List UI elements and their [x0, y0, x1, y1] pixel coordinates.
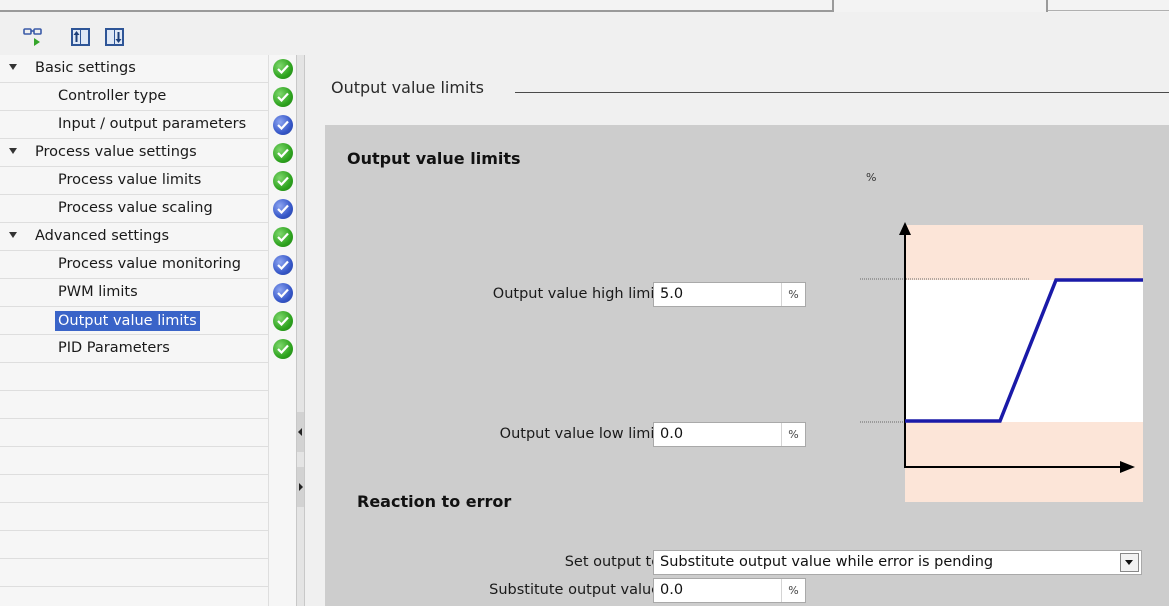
nav-item-basic-settings[interactable]: Basic settings	[0, 55, 268, 83]
monitor-all-icon[interactable]	[22, 26, 44, 48]
nav-empty-row	[0, 475, 268, 503]
status-ok-icon	[273, 227, 293, 247]
chart-plot-area	[905, 280, 1143, 422]
set-output-value: Substitute output value while error is p…	[660, 554, 994, 570]
nav-empty-row	[0, 419, 268, 447]
nav-item-label: Controller type	[58, 88, 167, 104]
chart-limit-zone-lower	[905, 422, 1143, 502]
status-ok-icon	[273, 339, 293, 359]
status-column	[268, 55, 296, 606]
nav-empty-row	[0, 587, 268, 606]
nav-item-process-value-limits[interactable]: Process value limits	[0, 167, 268, 195]
expand-arrow-icon[interactable]	[9, 232, 17, 238]
substitute-unit: %	[781, 579, 805, 602]
nav-empty-row	[0, 391, 268, 419]
set-output-select[interactable]: Substitute output value while error is p…	[653, 550, 1142, 575]
section-header: Output value limits	[331, 78, 484, 97]
high-limit-unit: %	[781, 283, 805, 306]
nav-empty-row	[0, 363, 268, 391]
low-limit-value: 0.0	[660, 426, 684, 442]
output-limits-panel: Output value limits Output value high li…	[325, 125, 1169, 606]
nav-item-pid-parameters[interactable]: PID Parameters	[0, 335, 268, 363]
nav-item-input-output-parameters[interactable]: Input / output parameters	[0, 111, 268, 139]
nav-empty-row	[0, 447, 268, 475]
section-divider	[515, 92, 1169, 93]
status-ok-icon	[273, 311, 293, 331]
status-pending-icon	[273, 255, 293, 275]
chart-y-unit: %	[866, 171, 877, 184]
substitute-label: Substitute output value:	[489, 582, 665, 598]
expand-all-icon[interactable]	[104, 26, 126, 48]
status-ok-icon	[273, 171, 293, 191]
status-ok-icon	[273, 59, 293, 79]
editor-main: Output value limits Output value limits …	[305, 55, 1169, 606]
substitute-value: 0.0	[660, 582, 684, 598]
low-limit-field[interactable]: 0.0 %	[653, 422, 806, 447]
high-limit-value: 5.0	[660, 286, 684, 302]
nav-item-output-value-limits[interactable]: Output value limits	[0, 307, 268, 335]
status-pending-icon	[273, 115, 293, 135]
nav-item-label: Advanced settings	[35, 228, 170, 244]
high-limit-label: Output value high limit:	[492, 286, 665, 302]
nav-item-process-value-scaling[interactable]: Process value scaling	[0, 195, 268, 223]
status-pending-icon	[273, 283, 293, 303]
reaction-title: Reaction to error	[357, 492, 512, 511]
status-ok-icon	[273, 87, 293, 107]
expand-arrow-icon[interactable]	[9, 148, 17, 154]
nav-item-label: Process value scaling	[58, 200, 213, 216]
nav-empty-row	[0, 503, 268, 531]
low-limit-label: Output value low limit:	[499, 426, 665, 442]
nav-toolbar	[0, 12, 300, 55]
expand-right-button[interactable]	[297, 467, 304, 507]
status-ok-icon	[273, 143, 293, 163]
collapse-all-icon[interactable]	[70, 26, 92, 48]
nav-item-label: PID Parameters	[58, 340, 170, 356]
nav-item-controller-type[interactable]: Controller type	[0, 83, 268, 111]
high-limit-field[interactable]: 5.0 %	[653, 282, 806, 307]
nav-item-label: Process value settings	[35, 144, 197, 160]
nav-item-label: Input / output parameters	[58, 116, 247, 132]
status-pending-icon	[273, 199, 293, 219]
nav-item-advanced-settings[interactable]: Advanced settings	[0, 223, 268, 251]
expand-arrow-icon[interactable]	[9, 64, 17, 70]
nav-item-label: PWM limits	[58, 284, 138, 300]
pane-splitter[interactable]	[296, 55, 305, 606]
nav-item-label: Process value monitoring	[58, 256, 241, 272]
nav-item-pwm-limits[interactable]: PWM limits	[0, 279, 268, 307]
collapse-left-button[interactable]	[297, 412, 304, 452]
panel-title: Output value limits	[347, 149, 521, 168]
set-output-label: Set output to:	[564, 554, 665, 570]
nav-item-process-value-monitoring[interactable]: Process value monitoring	[0, 251, 268, 279]
settings-nav-tree: Basic settings Controller type Input / out…	[0, 55, 268, 606]
editor-tab-strip	[0, 0, 1169, 12]
chart-limit-zone-upper	[905, 225, 1143, 280]
nav-item-label: Process value limits	[58, 172, 202, 188]
nav-empty-row	[0, 559, 268, 587]
low-limit-unit: %	[781, 423, 805, 446]
nav-item-label: Output value limits	[55, 311, 200, 331]
chevron-down-icon[interactable]	[1120, 553, 1139, 572]
substitute-field[interactable]: 0.0 %	[653, 578, 806, 603]
nav-item-label: Basic settings	[35, 60, 136, 76]
nav-item-process-value-settings[interactable]: Process value settings	[0, 139, 268, 167]
nav-empty-row	[0, 531, 268, 559]
output-limits-chart	[860, 222, 1143, 502]
